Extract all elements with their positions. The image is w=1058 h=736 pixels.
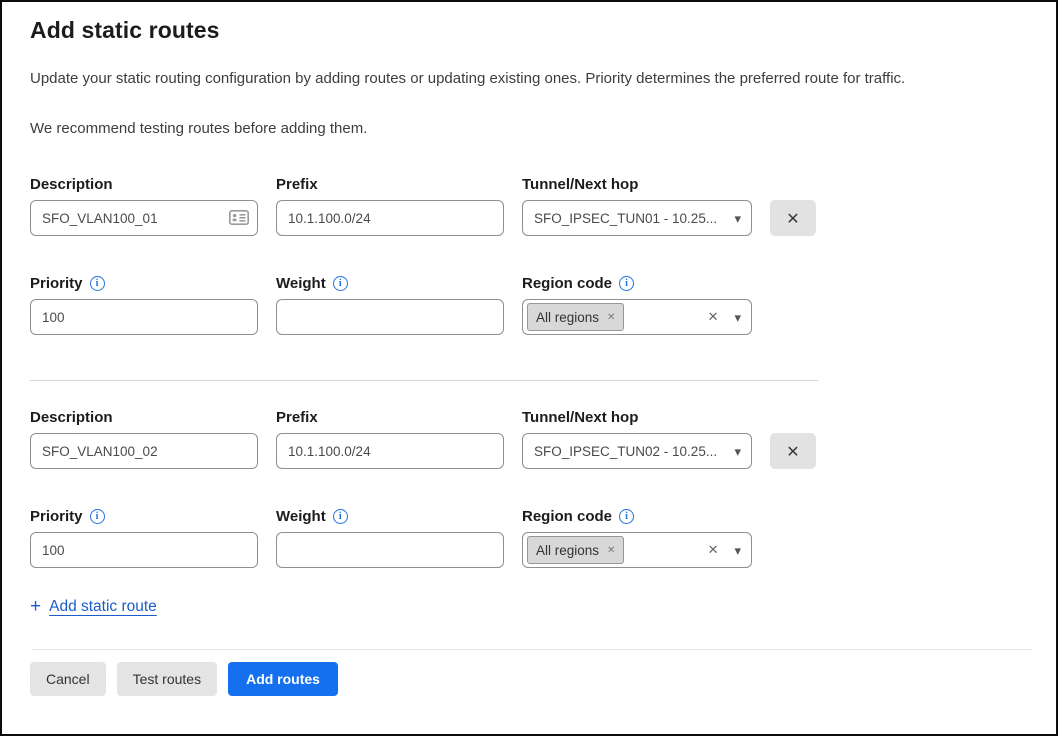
- region-chip: All regions ✕: [527, 303, 624, 331]
- description-label: Description: [30, 176, 113, 193]
- region-code-label: Region code: [522, 508, 612, 525]
- info-icon[interactable]: i: [90, 276, 105, 291]
- chevron-down-icon: ▾: [734, 311, 741, 324]
- tunnel-label: Tunnel/Next hop: [522, 409, 638, 426]
- tunnel-select[interactable]: SFO_IPSEC_TUN01 - 10.25... ▾: [522, 200, 752, 236]
- dialog-note: We recommend testing routes before addin…: [30, 119, 1028, 139]
- footer-actions: Cancel Test routes Add routes: [30, 662, 1028, 696]
- info-icon[interactable]: i: [619, 509, 634, 524]
- chevron-down-icon: ▾: [734, 212, 741, 225]
- cancel-button[interactable]: Cancel: [30, 662, 106, 696]
- close-icon: ✕: [786, 209, 799, 228]
- prefix-label: Prefix: [276, 176, 318, 193]
- add-static-routes-dialog: Add static routes Update your static rou…: [2, 2, 1056, 696]
- region-code-label: Region code: [522, 275, 612, 292]
- description-label: Description: [30, 409, 113, 426]
- route-divider: [30, 380, 818, 381]
- chip-remove-icon[interactable]: ✕: [607, 545, 615, 556]
- tunnel-selected-value: SFO_IPSEC_TUN02 - 10.25...: [534, 444, 728, 459]
- route-group-2: Description Prefix Tunnel/Next hop SFO_I…: [30, 409, 1028, 568]
- prefix-input[interactable]: [276, 200, 504, 236]
- weight-label: Weight: [276, 508, 326, 525]
- weight-input[interactable]: [276, 532, 504, 568]
- priority-input[interactable]: [30, 299, 258, 335]
- region-code-multiselect[interactable]: All regions ✕ ✕ ▾: [522, 532, 752, 568]
- priority-label: Priority: [30, 275, 83, 292]
- delete-route-button[interactable]: ✕: [770, 433, 816, 469]
- prefix-label: Prefix: [276, 409, 318, 426]
- region-code-multiselect[interactable]: All regions ✕ ✕ ▾: [522, 299, 752, 335]
- contact-card-icon: [229, 210, 249, 225]
- footer-divider: [32, 649, 1032, 650]
- info-icon[interactable]: i: [333, 509, 348, 524]
- delete-route-button[interactable]: ✕: [770, 200, 816, 236]
- weight-label: Weight: [276, 275, 326, 292]
- add-static-route-row: + Add static route: [30, 597, 1028, 616]
- add-routes-button[interactable]: Add routes: [228, 662, 338, 696]
- close-icon: ✕: [786, 442, 799, 461]
- tunnel-label: Tunnel/Next hop: [522, 176, 638, 193]
- info-icon[interactable]: i: [90, 509, 105, 524]
- chevron-down-icon: ▾: [734, 445, 741, 458]
- chevron-down-icon: ▾: [734, 544, 741, 557]
- clear-selection-icon[interactable]: ✕: [708, 310, 719, 325]
- region-chip: All regions ✕: [527, 536, 624, 564]
- chip-remove-icon[interactable]: ✕: [607, 312, 615, 323]
- page-title: Add static routes: [30, 17, 1028, 44]
- tunnel-select[interactable]: SFO_IPSEC_TUN02 - 10.25... ▾: [522, 433, 752, 469]
- region-chip-label: All regions: [536, 310, 599, 325]
- description-input[interactable]: [30, 200, 258, 236]
- info-icon[interactable]: i: [333, 276, 348, 291]
- plus-icon: +: [30, 597, 41, 616]
- weight-input[interactable]: [276, 299, 504, 335]
- route-group-1: Description Prefix Tunnel/Next hop SFO_I…: [30, 176, 1028, 335]
- dialog-description: Update your static routing configuration…: [30, 69, 1028, 89]
- prefix-input[interactable]: [276, 433, 504, 469]
- test-routes-button[interactable]: Test routes: [117, 662, 217, 696]
- tunnel-selected-value: SFO_IPSEC_TUN01 - 10.25...: [534, 211, 728, 226]
- region-chip-label: All regions: [536, 543, 599, 558]
- add-static-route-link[interactable]: Add static route: [49, 598, 157, 616]
- clear-selection-icon[interactable]: ✕: [708, 543, 719, 558]
- info-icon[interactable]: i: [619, 276, 634, 291]
- priority-input[interactable]: [30, 532, 258, 568]
- description-input[interactable]: [30, 433, 258, 469]
- priority-label: Priority: [30, 508, 83, 525]
